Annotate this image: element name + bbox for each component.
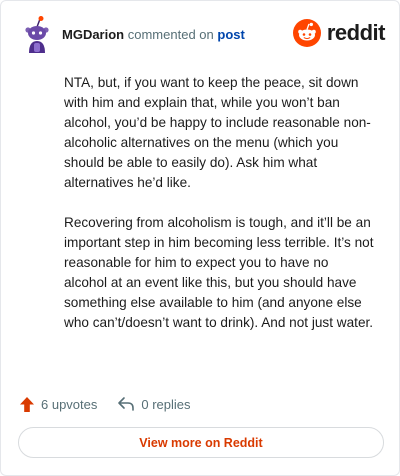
comment-embed-card: MGDarion commented on post reddit NTA, b…	[0, 0, 400, 476]
upvotes-count: 6 upvotes	[41, 396, 98, 412]
avatar[interactable]	[17, 15, 57, 55]
replies-stat[interactable]: 0 replies	[117, 396, 191, 412]
reddit-logo-icon	[292, 19, 321, 47]
brand-wordmark: reddit	[326, 20, 386, 45]
post-link[interactable]: post	[217, 27, 244, 42]
replies-count: 0 replies	[141, 396, 191, 412]
comment-header: MGDarion commented on post reddit	[17, 15, 386, 55]
upvotes-stat[interactable]: 6 upvotes	[19, 396, 97, 413]
comment-paragraph: Recovering from alcoholism is tough, and…	[64, 215, 374, 330]
byline-action: commented on	[127, 27, 214, 42]
reply-icon	[118, 397, 135, 411]
byline: MGDarion commented on post	[62, 27, 245, 42]
author-name[interactable]: MGDarion	[62, 27, 124, 42]
snoo-avatar-icon	[25, 16, 49, 53]
comment-paragraph: NTA, but, if you want to keep the peace,…	[64, 75, 371, 190]
view-more-button[interactable]: View more on Reddit	[18, 427, 384, 458]
comment-stats: 6 upvotes 0 replies	[19, 394, 191, 414]
upvote-arrow-icon	[20, 396, 34, 412]
comment-body: NTA, but, if you want to keep the peace,…	[64, 73, 374, 353]
reddit-brand[interactable]: reddit	[292, 17, 386, 49]
